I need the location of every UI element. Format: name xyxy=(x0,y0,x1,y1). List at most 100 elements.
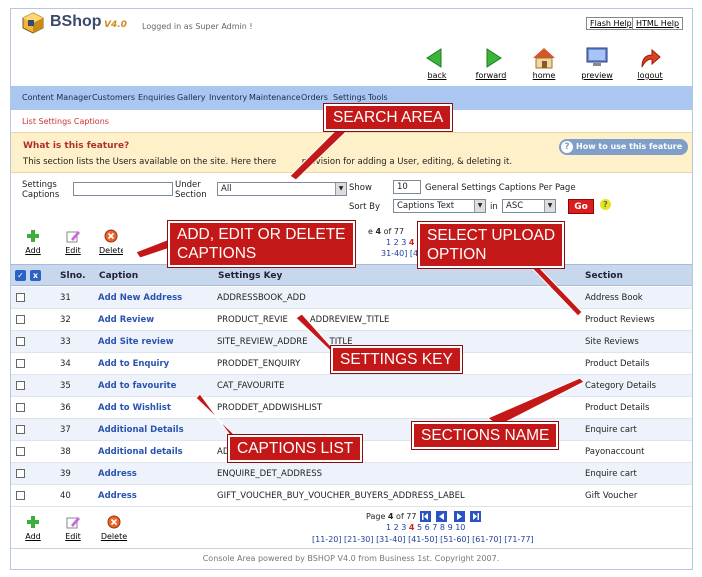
add-button-top[interactable]: Add xyxy=(18,229,48,255)
html-help-link[interactable]: HTML Help xyxy=(632,17,684,30)
table-row: 32 Add Review PRODUCT_REVIE ADDREVIEW_TITLE… xyxy=(11,309,692,331)
row-caption-link[interactable]: Add Review xyxy=(98,315,154,325)
header-section[interactable]: Section xyxy=(585,271,623,281)
chevron-down-icon: ▼ xyxy=(544,200,555,212)
show-label: Show xyxy=(349,183,372,193)
pager-top-ranges[interactable]: 31-40] [4 xyxy=(381,249,418,258)
page-links-after[interactable]: 5 6 7 8 9 10 xyxy=(417,523,465,532)
menu-settings[interactable]: Settings xyxy=(333,93,366,102)
menu-maintenance[interactable]: Maintenance xyxy=(249,93,301,102)
row-settings-key-text: ENQUIRE_DET_ADDRESS xyxy=(217,469,323,479)
show-count-input[interactable]: 10 xyxy=(393,180,421,194)
nav-logout[interactable]: logout xyxy=(630,47,670,80)
callout-settings-key: SETTINGS KEY xyxy=(331,346,462,373)
nav-home[interactable]: home xyxy=(524,47,564,80)
flash-help-link[interactable]: Flash Help xyxy=(586,17,636,30)
next-page-icon xyxy=(454,511,465,522)
page-link[interactable]: 2 xyxy=(394,238,399,247)
callout-add-edit-delete: ADD, EDIT OR DELETE CAPTIONS xyxy=(168,221,355,267)
help-question-icon[interactable]: ? xyxy=(600,199,611,210)
row-caption-link[interactable]: Add Site review xyxy=(98,337,174,347)
home-icon xyxy=(533,48,555,69)
row-caption-link[interactable]: Add to Enquiry xyxy=(98,359,169,369)
delete-button-top[interactable]: Delete xyxy=(99,229,123,255)
row-settings-key: CAT_FAVOURITE xyxy=(217,381,284,391)
settings-captions-input[interactable] xyxy=(73,182,173,196)
add-button-bottom[interactable]: Add xyxy=(18,515,48,541)
row-checkbox[interactable] xyxy=(16,359,25,368)
nav-forward[interactable]: forward xyxy=(471,47,511,80)
row-slno: 33 xyxy=(60,337,71,347)
row-checkbox[interactable] xyxy=(16,315,25,324)
header-slno[interactable]: Slno. xyxy=(60,271,86,281)
header-settings-key[interactable]: Settings Key xyxy=(218,271,282,281)
row-checkbox[interactable] xyxy=(16,381,25,390)
header-caption[interactable]: Caption xyxy=(99,271,138,281)
deselect-all-icon[interactable]: x xyxy=(30,270,41,281)
row-settings-key: PRODUCT_REVIE ADDREVIEW_TITLE xyxy=(217,315,389,325)
row-caption-link[interactable]: Address xyxy=(98,491,137,501)
menu-inventory[interactable]: Inventory xyxy=(209,93,247,102)
pager-top-page: 4 xyxy=(375,227,382,236)
select-all-icon[interactable]: ✓ xyxy=(15,270,26,281)
pager-bottom-ranges[interactable]: [11-20] [21-30] [31-40] [41-50] [51-60] … xyxy=(312,535,534,544)
pager-bottom-status: Page 4 of 77 xyxy=(366,512,416,521)
row-caption-link[interactable]: Add to Wishlist xyxy=(98,403,171,413)
row-caption-link[interactable]: Additional details xyxy=(98,447,183,457)
under-section-select[interactable]: All ▼ xyxy=(217,182,347,196)
sort-by-label: Sort By xyxy=(349,202,380,212)
menu-orders[interactable]: Orders xyxy=(301,93,328,102)
go-button[interactable]: Go xyxy=(568,199,594,214)
row-checkbox[interactable] xyxy=(16,491,25,500)
row-caption-link[interactable]: Add New Address xyxy=(98,293,182,303)
menu-gallery[interactable]: Gallery xyxy=(177,93,206,102)
nav-back-label: back xyxy=(427,71,447,80)
row-checkbox[interactable] xyxy=(16,469,25,478)
menu-content-manager[interactable]: Content Manager xyxy=(22,93,91,102)
menu-enquiries[interactable]: Enquiries xyxy=(138,93,175,102)
nav-preview[interactable]: preview xyxy=(577,47,617,80)
table-row: 31 Add New Address ADDRESSBOOK_ADD Address … xyxy=(11,287,692,309)
table-header: ✓ x Slno. Caption Settings Key Section xyxy=(11,264,692,286)
sort-order-select[interactable]: ASC ▼ xyxy=(502,199,556,213)
settings-captions-label-line1: Settings xyxy=(22,180,57,190)
row-slno: 36 xyxy=(60,403,71,413)
row-settings-key-text: GIFT_VOUCHER_BUY_VOUCHER_BUYERS_ADDRESS_… xyxy=(217,491,465,501)
nav-logout-label: logout xyxy=(637,71,663,80)
row-caption-link[interactable]: Additional Details xyxy=(98,425,184,435)
app-name: BShop xyxy=(50,13,102,30)
page-links-before[interactable]: 1 2 3 xyxy=(386,523,406,532)
edit-button-bottom[interactable]: Edit xyxy=(58,515,88,541)
page-link[interactable]: 3 xyxy=(401,238,406,247)
row-settings-key-text: PRODUCT_REVIE xyxy=(217,315,288,325)
row-slno: 39 xyxy=(60,469,71,479)
table-row: 35 Add to favourite CAT_FAVOURITE Category … xyxy=(11,375,692,397)
per-page-label: General Settings Captions Per Page xyxy=(425,183,576,193)
row-checkbox[interactable] xyxy=(16,425,25,434)
feature-title: What is this feature? xyxy=(23,141,130,151)
menu-customers[interactable]: Customers xyxy=(92,93,135,102)
delete-label: Delete xyxy=(100,532,128,541)
edit-label: Edit xyxy=(65,532,81,541)
page-link[interactable]: 1 xyxy=(386,238,391,247)
nav-back[interactable]: back xyxy=(417,47,457,80)
row-settings-key-text: PRODDET_ENQUIRY xyxy=(217,359,301,369)
row-checkbox[interactable] xyxy=(16,337,25,346)
how-to-use-button[interactable]: ? How to use this feature xyxy=(559,139,689,155)
add-label: Add xyxy=(25,532,41,541)
table-row: 39 Address ENQUIRE_DET_ADDRESS Enquire cart xyxy=(11,463,692,485)
logged-in-status: Logged in as Super Admin ! xyxy=(142,22,253,31)
row-caption-link[interactable]: Add to favourite xyxy=(98,381,176,391)
row-caption-link[interactable]: Address xyxy=(98,469,137,479)
pencil-icon xyxy=(66,231,80,243)
row-settings-key-text: SITE_REVIEW_ADDRE xyxy=(217,337,308,347)
edit-button-top[interactable]: Edit xyxy=(58,229,88,255)
row-checkbox[interactable] xyxy=(16,293,25,302)
row-checkbox[interactable] xyxy=(16,447,25,456)
delete-button-bottom[interactable]: Delete xyxy=(99,515,129,541)
menu-tools[interactable]: Tools xyxy=(368,93,388,102)
breadcrumb: List Settings Captions xyxy=(22,117,109,126)
sort-by-select[interactable]: Captions Text ▼ xyxy=(393,199,486,213)
row-settings-key-text: PRODDET_ADDWISHLIST xyxy=(217,403,323,413)
row-checkbox[interactable] xyxy=(16,403,25,412)
